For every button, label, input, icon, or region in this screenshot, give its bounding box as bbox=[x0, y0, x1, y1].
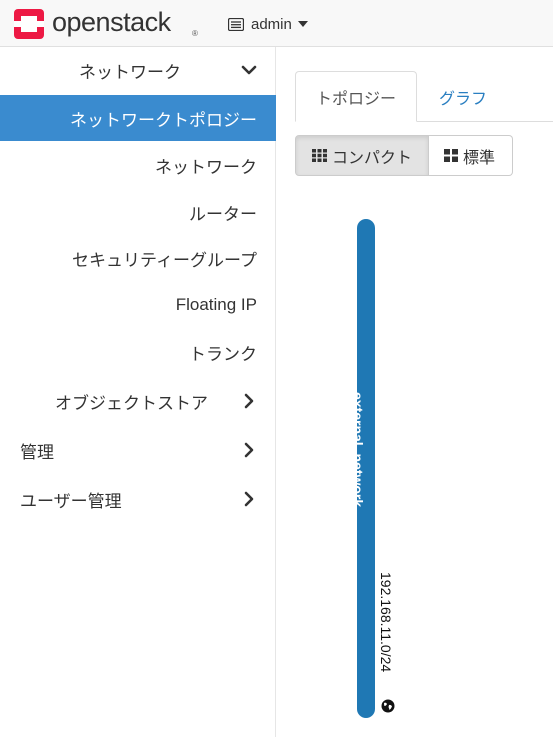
sidebar-item-label: ネットワーク bbox=[155, 157, 257, 177]
sidebar-item-label: オブジェクトストア bbox=[55, 393, 208, 413]
th-large-icon bbox=[444, 149, 458, 162]
chevron-right-icon bbox=[241, 491, 257, 507]
view-toggle-group: コンパクト 標準 bbox=[295, 135, 513, 176]
sidebar-item-network-topology[interactable]: ネットワークトポロジー bbox=[0, 95, 276, 141]
project-name: admin bbox=[251, 15, 292, 33]
network-name-label: external_network bbox=[350, 392, 366, 508]
tab-topology[interactable]: トポロジー bbox=[295, 71, 417, 122]
sidebar-item-label: トランク bbox=[189, 344, 257, 364]
normal-view-label: 標準 bbox=[463, 149, 496, 167]
sidebar-item-object-store[interactable]: オブジェクトストア bbox=[0, 378, 276, 424]
compact-view-label: コンパクト bbox=[332, 149, 413, 167]
project-dropdown[interactable]: admin bbox=[228, 13, 308, 35]
sidebar-item-trunks[interactable]: トランク bbox=[0, 329, 276, 375]
chevron-right-icon bbox=[241, 393, 257, 409]
sidebar-item-label: ルーター bbox=[189, 204, 257, 224]
top-navbar: openstack ® admin bbox=[0, 0, 553, 47]
globe-icon bbox=[381, 699, 395, 713]
server-icon bbox=[228, 17, 244, 31]
th-grid-icon bbox=[312, 149, 327, 162]
openstack-logo-mark-icon bbox=[14, 9, 44, 39]
sidebar-item-network-group[interactable]: ネットワーク bbox=[0, 47, 276, 93]
sidebar-item-label: Floating IP bbox=[175, 295, 257, 314]
sidebar-item-label: ユーザー管理 bbox=[20, 491, 122, 511]
sidebar-item-label: ネットワーク bbox=[79, 62, 181, 82]
chevron-right-icon bbox=[241, 442, 257, 458]
brand-name: openstack bbox=[52, 7, 171, 37]
sidebar-item-label: 管理 bbox=[20, 442, 54, 462]
openstack-logo[interactable]: openstack ® bbox=[14, 7, 198, 39]
sidebar-nav: ネットワーク ネットワークトポロジー ネットワーク ルーター セキュリティーグル… bbox=[0, 47, 276, 737]
tab-label: トポロジー bbox=[315, 90, 396, 108]
sidebar-item-label: ネットワークトポロジー bbox=[70, 110, 257, 130]
sidebar-item-routers[interactable]: ルーター bbox=[0, 189, 276, 235]
sidebar-item-identity[interactable]: ユーザー管理 bbox=[0, 476, 276, 522]
sidebar-item-admin[interactable]: 管理 bbox=[0, 427, 276, 473]
subnet-cidr-label: 192.168.11.0/24 bbox=[378, 572, 394, 673]
caret-down-icon bbox=[297, 21, 308, 27]
compact-view-button[interactable]: コンパクト bbox=[295, 135, 429, 176]
sidebar-item-security-groups[interactable]: セキュリティーグループ bbox=[0, 235, 276, 281]
sidebar-item-floating-ip[interactable]: Floating IP bbox=[0, 282, 276, 328]
tab-graph[interactable]: グラフ bbox=[439, 71, 487, 122]
tab-label: グラフ bbox=[439, 90, 488, 108]
brand-trademark: ® bbox=[192, 29, 198, 38]
topology-tabs: トポロジー グラフ bbox=[295, 71, 553, 122]
normal-view-button[interactable]: 標準 bbox=[429, 135, 513, 176]
chevron-down-icon bbox=[241, 62, 257, 78]
sidebar-item-networks[interactable]: ネットワーク bbox=[0, 142, 276, 188]
sidebar-item-label: セキュリティーグループ bbox=[72, 250, 257, 270]
